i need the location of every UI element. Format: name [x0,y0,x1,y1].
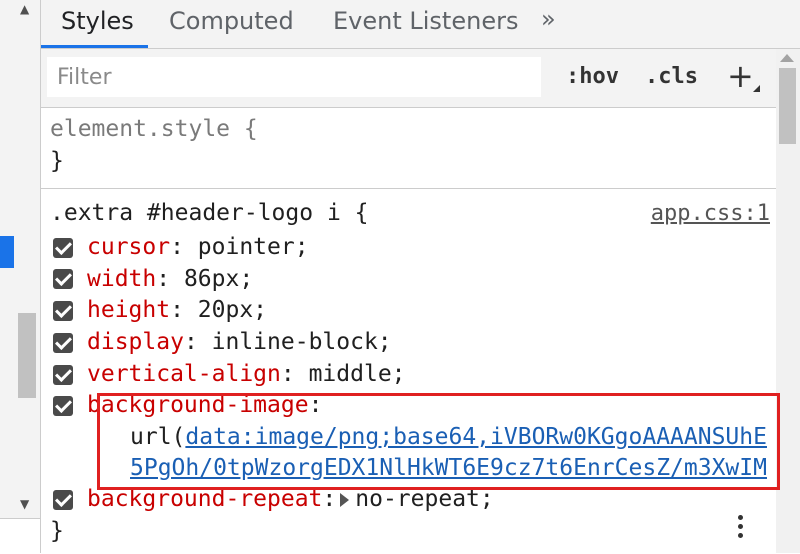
rule-selector[interactable]: .extra #header-logo i { [50,200,369,226]
elements-panel-edge: ▲ ▼ [0,0,41,554]
hover-state-toggle-button[interactable]: :hov [566,64,619,89]
tab-computed[interactable]: Computed [169,7,294,35]
highlight-annotation-box [97,393,780,490]
declaration-checkbox[interactable] [53,238,73,258]
tab-styles[interactable]: Styles [61,7,134,35]
declaration-checkbox[interactable] [53,490,73,510]
declaration-cursor[interactable]: cursor: pointer; [87,234,309,260]
declaration-height[interactable]: height: 20px; [87,297,267,323]
declaration-vertical-align[interactable]: vertical-align: middle; [87,361,406,387]
more-options-icon[interactable] [738,515,744,542]
declaration-checkbox[interactable] [53,269,73,289]
left-scrollbar[interactable] [18,0,36,520]
left-scrollbar-thumb[interactable] [18,313,36,398]
left-bottom-area [0,518,40,554]
rule-close-brace: } [50,518,64,544]
tab-event-listeners[interactable]: Event Listeners [333,7,518,35]
styles-scrollbar-thumb[interactable] [779,68,796,144]
expand-triangle-icon[interactable] [340,492,350,507]
element-style-selector[interactable]: element.style { [50,116,258,142]
filter-bar: :hov .cls + [41,49,800,108]
css-rule-pane: .extra #header-logo i { app.css:1 cursor… [41,189,776,553]
new-rule-menu-corner-icon[interactable] [753,85,760,92]
more-tabs-chevron-icon[interactable]: » [541,5,556,33]
declaration-width[interactable]: width: 86px; [87,266,253,292]
new-style-rule-button[interactable]: + [727,57,754,95]
active-tab-indicator [41,45,148,48]
filter-input[interactable] [47,57,541,97]
selected-node-marker [0,236,14,268]
declaration-checkbox[interactable] [53,396,73,416]
element-style-pane: element.style { } [41,108,776,189]
declaration-checkbox[interactable] [53,333,73,353]
scroll-up-triangle-icon[interactable] [780,54,794,62]
scroll-down-arrow-icon[interactable]: ▼ [20,497,29,511]
source-link[interactable]: app.css:1 [651,201,770,226]
scroll-up-arrow-icon[interactable]: ▲ [20,2,29,16]
declaration-checkbox[interactable] [53,301,73,321]
declaration-display[interactable]: display: inline-block; [87,329,392,355]
element-style-close-brace: } [50,148,64,174]
class-toggle-button[interactable]: .cls [645,64,698,89]
declaration-checkbox[interactable] [53,365,73,385]
